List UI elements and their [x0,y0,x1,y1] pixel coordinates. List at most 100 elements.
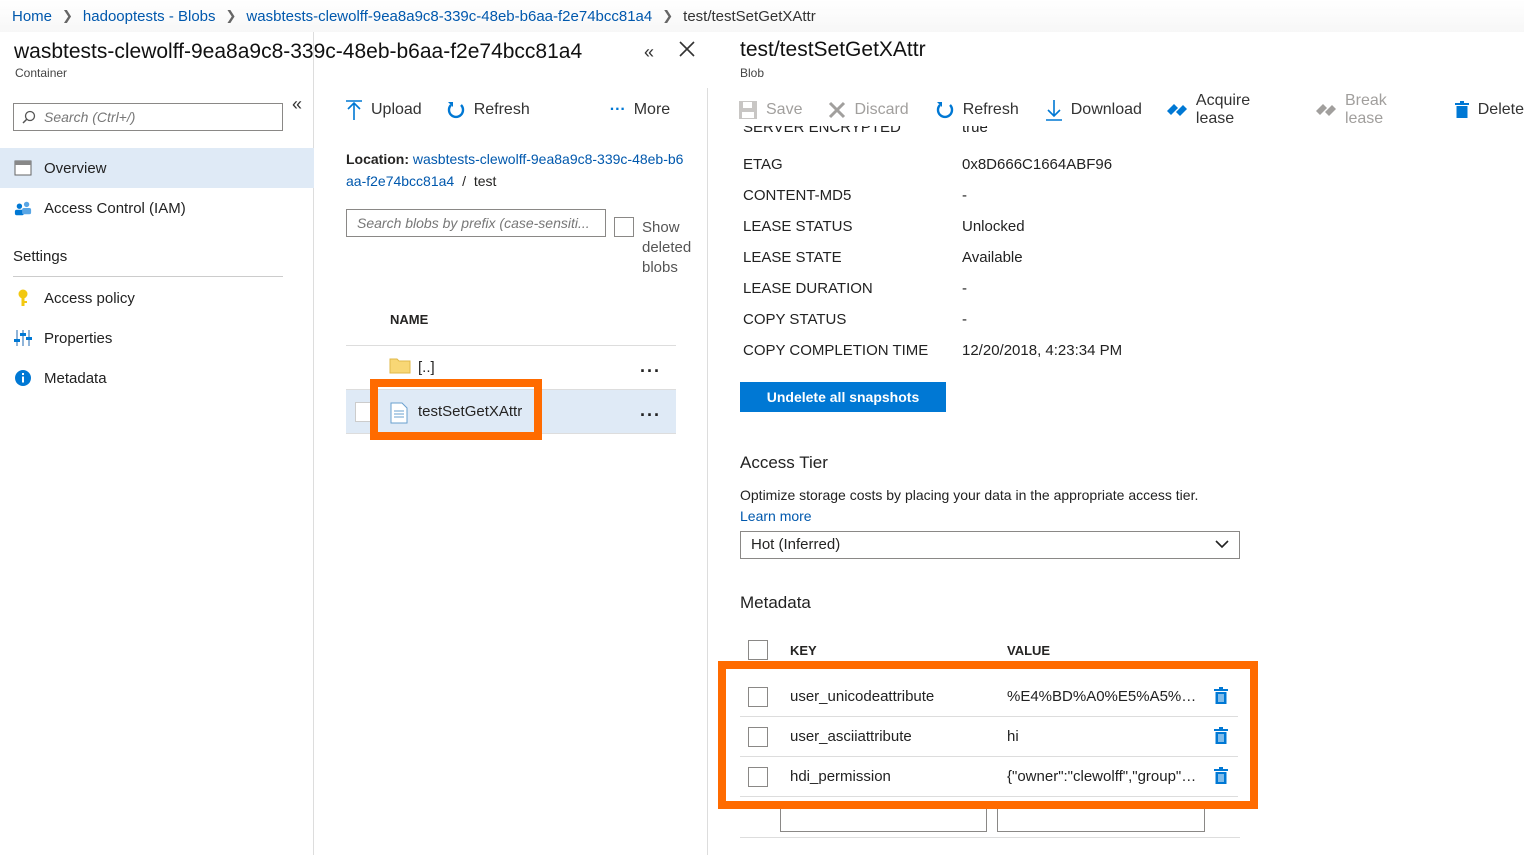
metadata-heading: Metadata [740,593,811,612]
prop-key: COPY COMPLETION TIME [743,342,929,359]
info-icon [14,369,32,387]
download-label: Download [1070,101,1142,118]
row-menu-icon[interactable]: ... [640,400,661,421]
upload-button[interactable]: Upload [345,90,422,130]
nav-item-metadata[interactable]: Metadata [0,358,314,398]
show-deleted-checkbox[interactable] [614,217,634,237]
save-button[interactable]: Save [738,90,802,130]
breadcrumb-home[interactable]: Home [12,8,52,25]
breadcrumb: Home ❯ hadooptests - Blobs ❯ wasbtests-c… [0,0,1524,32]
overview-icon [14,159,32,177]
prop-key: COPY STATUS [743,311,847,328]
blob-title: test/testSetGetXAttr [740,38,926,61]
settings-header: Settings [13,248,68,265]
nav-item-label: Overview [44,159,107,177]
blob-location: Location: wasbtests-clewolff-9ea8a9c8-33… [346,148,686,192]
download-button[interactable]: Download [1045,90,1142,130]
refresh-button[interactable]: Refresh [935,90,1019,130]
discard-icon [828,101,846,119]
chevron-right-icon: ❯ [662,8,674,23]
access-tier-description: Optimize storage costs by placing your d… [740,487,1199,503]
nav-item-label: Properties [44,329,113,347]
blobs-panel: Upload Refresh ··· More Location: wasbte… [315,88,708,855]
delete-button[interactable]: Delete [1454,90,1524,130]
access-tier-select[interactable]: Hot (Inferred) [740,531,1240,559]
breadcrumb-storage-blobs[interactable]: hadooptests - Blobs [83,8,216,25]
highlight-box-metadata [718,661,1258,809]
refresh-button[interactable]: Refresh [446,90,530,130]
container-subtitle: Container [15,66,68,80]
blob-toolbar: Save Discard Refresh Download Acquire le… [738,90,1524,130]
more-button[interactable]: ··· More [610,90,670,130]
location-path: test [473,173,497,189]
menu-search-input[interactable]: Search (Ctrl+/) [13,103,283,131]
prop-key: LEASE STATUS [743,218,853,235]
blob-subtitle: Blob [740,66,765,80]
acquire-lease-button[interactable]: Acquire lease [1166,90,1291,130]
prop-key: ETAG [743,156,783,173]
sliders-icon [14,329,32,347]
save-label: Save [766,101,803,118]
key-icon [14,289,32,307]
prop-key: CONTENT-MD5 [743,187,852,204]
collapse-icon[interactable]: « [644,42,654,63]
prop-value: true [962,126,988,136]
trash-icon [1454,101,1470,119]
refresh-label: Refresh [962,101,1019,118]
chevron-down-icon [1215,534,1229,563]
delete-label: Delete [1477,101,1524,118]
row-menu-icon[interactable]: ... [640,356,661,377]
undelete-snapshots-button[interactable]: Undelete all snapshots [740,382,946,412]
new-metadata-key-input[interactable] [780,806,987,832]
refresh-icon [446,100,466,120]
break-lease-button[interactable]: Break lease [1315,90,1428,130]
prop-value: Unlocked [962,218,1025,235]
break-lease-label: Break lease [1344,92,1387,127]
new-metadata-value-input[interactable] [997,806,1205,832]
nav-item-overview[interactable]: Overview [0,148,314,188]
nav-item-iam[interactable]: Access Control (IAM) [0,188,314,228]
users-icon [14,199,32,217]
metadata-select-all-checkbox[interactable] [748,640,768,660]
container-title: wasbtests-clewolff-9ea8a9c8-339c-48eb-b6… [14,40,583,63]
menu-search-placeholder: Search (Ctrl+/) [44,109,136,125]
nav-item-label: Access policy [44,289,135,307]
nav-item-properties[interactable]: Properties [0,318,314,358]
prop-key: LEASE DURATION [743,280,873,297]
metadata-bottom-divider [740,837,1240,838]
collapse-menu-icon[interactable]: « [292,94,302,115]
nav-item-access-policy[interactable]: Access policy [0,278,314,318]
show-deleted-label: Show deleted blobs [642,218,691,278]
more-icon: ··· [609,101,626,118]
breadcrumb-container[interactable]: wasbtests-clewolff-9ea8a9c8-339c-48eb-b6… [246,8,652,25]
show-deleted-label-line1: Show [642,219,680,236]
prop-value: Available [962,249,1023,266]
acquire-lease-label: Acquire lease [1195,92,1251,127]
access-tier-heading: Access Tier [740,453,828,472]
show-deleted-label-line2: deleted [642,239,692,256]
prop-value: - [962,280,967,297]
discard-label: Discard [854,101,909,118]
close-icon[interactable] [678,40,696,61]
blob-search-input[interactable]: Search blobs by prefix (case-sensiti... [346,209,606,237]
discard-button[interactable]: Discard [828,90,909,130]
breadcrumb-blob: test/testSetGetXAttr [683,7,816,25]
settings-divider [13,276,283,277]
prop-value: 12/20/2018, 4:23:34 PM [962,342,1123,359]
search-icon [22,110,36,124]
container-panel: wasbtests-clewolff-9ea8a9c8-339c-48eb-b6… [0,32,695,855]
refresh-icon [935,100,955,120]
location-separator: / [462,173,466,189]
blob-name: [..] [418,359,435,376]
learn-more-link[interactable]: Learn more [740,508,812,524]
break-lease-icon [1315,102,1337,118]
upload-icon [345,99,363,121]
chevron-right-icon: ❯ [225,8,237,23]
prop-value: - [962,311,967,328]
prop-value: 0x8D666C1664ABF96 [962,156,1113,173]
blob-panel: test/testSetGetXAttr Blob Save Discard R… [708,32,1524,855]
metadata-value-header: VALUE [1007,643,1051,658]
refresh-label: Refresh [473,101,530,118]
folder-icon [389,356,411,377]
prop-key: LEASE STATE [743,249,842,266]
